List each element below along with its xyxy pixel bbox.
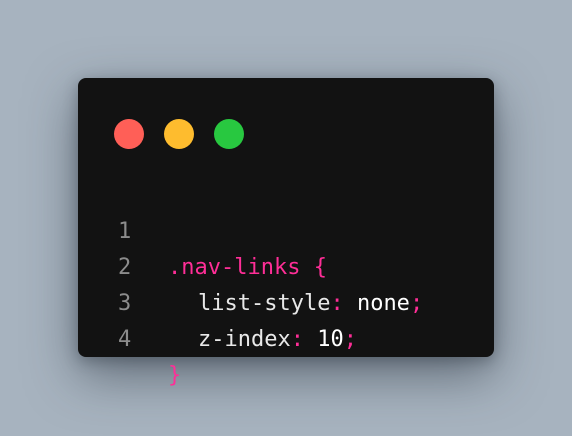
line-number: 4 xyxy=(118,327,132,352)
code-line-3: 3 z-index: 10; xyxy=(78,250,494,352)
line-content: } xyxy=(168,358,181,394)
code-line-4: 4 } xyxy=(78,286,494,388)
css-property: z-index xyxy=(198,327,291,352)
css-value: 10 xyxy=(303,327,344,352)
code-block: 1 .nav-links { 2 list-style: none; 3 z-i… xyxy=(78,178,494,388)
code-line-1: 1 .nav-links { xyxy=(78,178,494,280)
close-brace: } xyxy=(168,363,182,388)
close-icon[interactable] xyxy=(114,119,144,149)
line-content: z-index: 10; xyxy=(168,322,357,358)
colon: : xyxy=(290,327,304,352)
minimize-icon[interactable] xyxy=(164,119,194,149)
semicolon: ; xyxy=(343,327,357,352)
maximize-icon[interactable] xyxy=(214,119,244,149)
code-line-2: 2 list-style: none; xyxy=(78,214,494,316)
code-window: 1 .nav-links { 2 list-style: none; 3 z-i… xyxy=(78,78,494,388)
